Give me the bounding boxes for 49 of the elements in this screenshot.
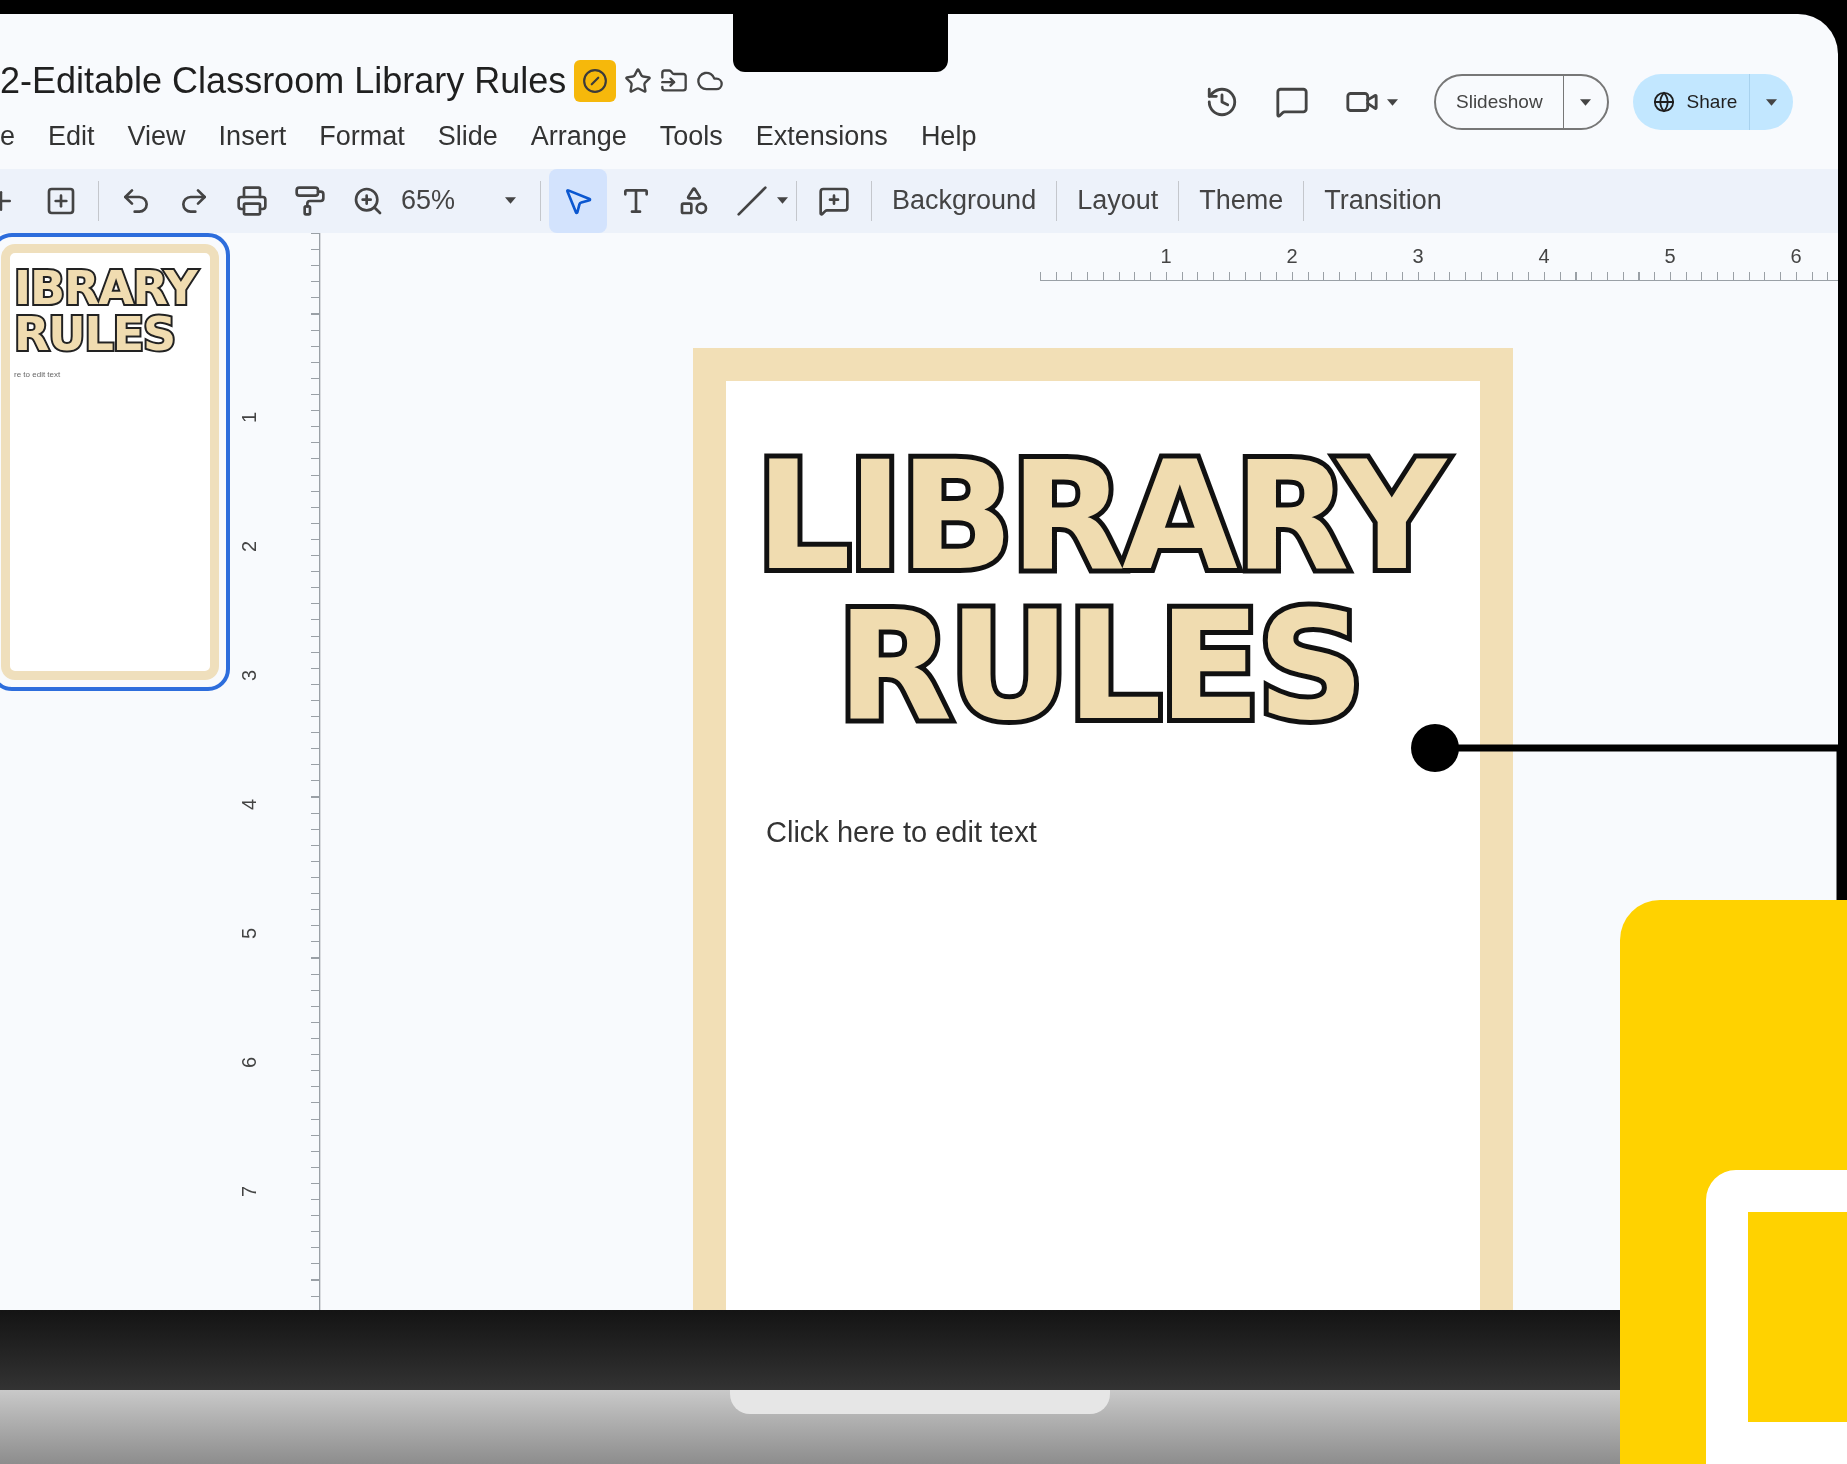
ruler-number: 5	[239, 926, 261, 939]
move-folder-icon[interactable]	[660, 67, 689, 95]
ruler-number: 2	[239, 539, 261, 552]
menu-item[interactable]: e	[0, 116, 16, 157]
slide-thumbnail[interactable]: IBRARY RULES re to edit text	[0, 232, 230, 691]
ruler-number: 4	[239, 797, 261, 810]
history-icon[interactable]	[1205, 85, 1239, 119]
comments-icon[interactable]	[1275, 85, 1309, 119]
toolbar-button[interactable]: Transition	[1312, 180, 1454, 221]
menu-item[interactable]: Format	[319, 116, 405, 157]
menu-item[interactable]: Tools	[659, 116, 723, 157]
menu-item[interactable]: Insert	[218, 116, 287, 157]
caret-icon	[505, 197, 517, 204]
toolbar-button[interactable]: Layout	[1065, 180, 1171, 221]
ruler-number: 1	[1159, 243, 1173, 269]
slideshow-button[interactable]: Slideshow	[1434, 74, 1609, 130]
thumbnail-title: IBRARY	[13, 264, 199, 311]
caret-icon	[1766, 98, 1778, 106]
cursor-icon[interactable]	[549, 168, 608, 233]
share-button[interactable]: Share	[1632, 74, 1794, 130]
ruler-number: 3	[1411, 243, 1425, 269]
ruler-number: 4	[1537, 243, 1551, 269]
zoom-select[interactable]: 65%	[401, 180, 517, 221]
offline-badge-icon[interactable]	[574, 60, 617, 102]
menu-item[interactable]: Extensions	[755, 116, 888, 157]
title-text: RULES	[836, 590, 1362, 741]
caret-icon	[1579, 98, 1591, 106]
ruler-number: 6	[1789, 243, 1803, 269]
document-title[interactable]: 2-Editable Classroom Library Rules	[0, 54, 567, 108]
menu-item[interactable]: Arrange	[530, 116, 627, 157]
toolbar-button[interactable]: Background	[880, 180, 1049, 221]
body-placeholder-text[interactable]: Click here to edit text	[766, 810, 1480, 854]
ruler-number: 6	[239, 1055, 261, 1068]
ruler-number: 2	[1285, 243, 1299, 269]
menu-item[interactable]: Edit	[48, 116, 95, 157]
ruler-number: 1	[239, 410, 261, 423]
ruler-number: 7	[239, 1184, 261, 1197]
caret-icon	[1387, 98, 1398, 106]
menu-item[interactable]: Help	[920, 116, 977, 157]
thumbnail-title: RULES	[13, 310, 176, 357]
star-icon[interactable]	[624, 67, 653, 95]
ruler-number: 5	[1663, 243, 1677, 269]
line-caret-icon	[777, 197, 789, 204]
globe-icon	[1652, 91, 1675, 113]
menu-item[interactable]: Slide	[437, 116, 498, 157]
ruler-number: 3	[239, 668, 261, 681]
thumbnail-caption: re to edit text	[14, 368, 61, 381]
menu-item[interactable]: View	[127, 116, 186, 157]
toolbar-button[interactable]: Theme	[1187, 180, 1296, 221]
